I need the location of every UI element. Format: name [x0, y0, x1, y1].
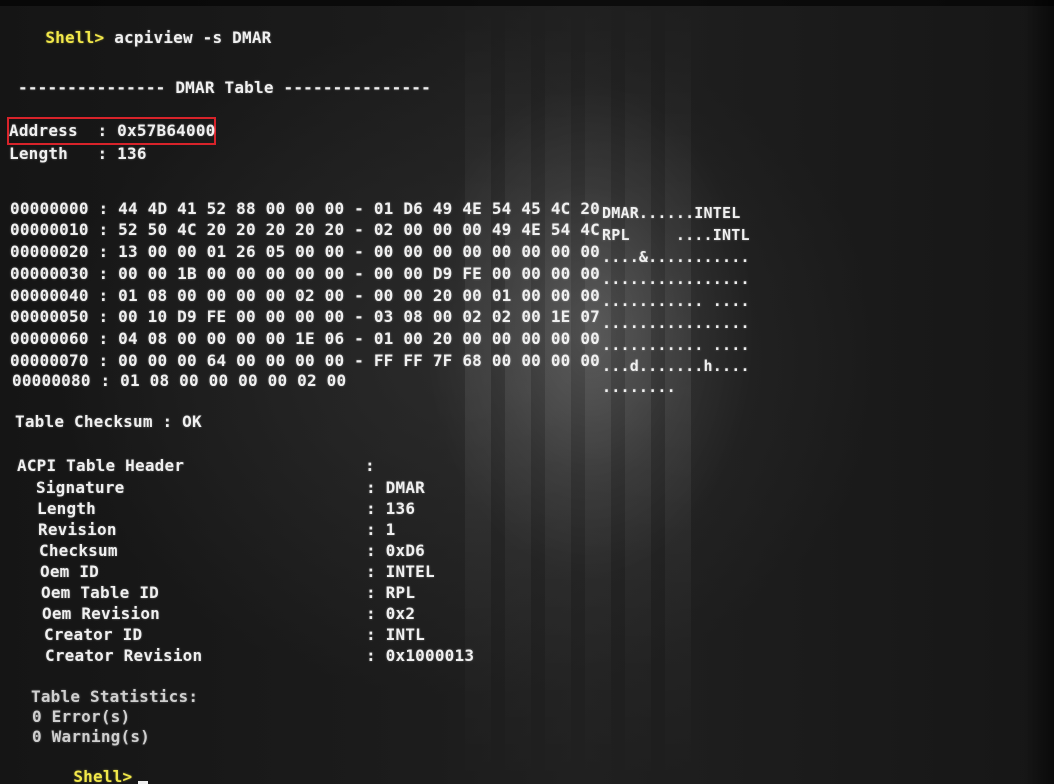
table-title: --------------- DMAR Table -------------… — [18, 78, 431, 97]
hex-row: 00000080 : 01 08 00 00 00 00 02 00 — [12, 371, 346, 391]
hex-bytes: 52 50 4C 20 20 20 20 20 - 02 00 00 00 49… — [118, 220, 600, 239]
error-count: 0 Error(s) — [32, 707, 131, 726]
command-text: acpiview -s DMAR — [114, 28, 272, 47]
header-field-value: : DMAR — [366, 478, 426, 497]
hex-ascii: ........ — [602, 378, 676, 396]
header-field-value: : INTL — [366, 625, 426, 644]
shell-prompt: Shell> — [45, 28, 105, 47]
header-field-value: : 0x2 — [366, 604, 416, 623]
hex-offset: 00000040 : — [10, 286, 109, 305]
header-field-label: Creator ID — [44, 625, 143, 644]
hex-ascii: ...d.......h.... — [602, 357, 750, 375]
header-field-label: Signature — [36, 478, 125, 497]
header-field-value: : 1 — [366, 520, 396, 539]
hex-row: 00000020 : 13 00 00 01 26 05 00 00 - 00 … — [10, 242, 600, 262]
hex-ascii: RPL ....INTL — [602, 226, 750, 244]
header-field-value: : 0x1000013 — [366, 646, 475, 665]
hex-row: 00000000 : 44 4D 41 52 88 00 00 00 - 01 … — [10, 199, 600, 219]
header-field-value: : 0xD6 — [366, 541, 426, 560]
hex-bytes: 44 4D 41 52 88 00 00 00 - 01 D6 49 4E 54… — [118, 199, 600, 218]
hex-ascii: ........... .... — [602, 292, 750, 310]
command-line[interactable]: Shell> acpiview -s DMAR — [6, 8, 272, 68]
hex-row: 00000070 : 00 00 00 64 00 00 00 00 - FF … — [10, 351, 600, 371]
glare-band — [505, 0, 531, 784]
monitor-bezel-right — [1024, 0, 1054, 784]
shell-prompt: Shell> — [73, 767, 133, 784]
hex-row: 00000030 : 00 00 1B 00 00 00 00 00 - 00 … — [10, 264, 600, 284]
hex-ascii: ................ — [602, 270, 750, 288]
header-field-label: Oem ID — [40, 562, 99, 581]
shell-input-line[interactable]: Shell> — [34, 747, 149, 784]
header-field-value: : INTEL — [366, 562, 435, 581]
hex-bytes: 01 08 00 00 00 00 02 00 — [120, 371, 347, 390]
header-field-label: Oem Revision — [42, 604, 160, 623]
header-field-value: : 136 — [366, 499, 416, 518]
uefi-shell-screen: Shell> acpiview -s DMAR --------------- … — [0, 0, 1054, 784]
hex-ascii: ................ — [602, 314, 750, 332]
hex-ascii: ........... .... — [602, 336, 750, 354]
hex-row: 00000060 : 04 08 00 00 00 00 1E 06 - 01 … — [10, 329, 600, 349]
glare-band — [465, 0, 491, 784]
hex-offset: 00000050 : — [10, 307, 109, 326]
header-field-label: Creator Revision — [45, 646, 203, 665]
hex-bytes: 00 10 D9 FE 00 00 00 00 - 03 08 00 02 02… — [118, 307, 600, 326]
hex-offset: 00000030 : — [10, 264, 109, 283]
hex-bytes: 13 00 00 01 26 05 00 00 - 00 00 00 00 00… — [118, 242, 600, 261]
hex-offset: 00000000 : — [10, 199, 109, 218]
header-field-label: Length — [37, 499, 96, 518]
acpi-header-title: ACPI Table Header — [17, 456, 185, 475]
hex-ascii: ....&........... — [602, 248, 750, 266]
header-field-label: Checksum — [39, 541, 118, 560]
hex-bytes: 00 00 00 64 00 00 00 00 - FF FF 7F 68 00… — [118, 351, 600, 370]
warning-count: 0 Warning(s) — [32, 727, 150, 746]
hex-offset: 00000070 : — [10, 351, 109, 370]
hex-ascii: DMAR......INTEL — [602, 204, 741, 222]
header-field-label: Oem Table ID — [41, 583, 159, 602]
hex-row: 00000040 : 01 08 00 00 00 00 02 00 - 00 … — [10, 286, 600, 306]
hex-bytes: 04 08 00 00 00 00 1E 06 - 01 00 20 00 00… — [118, 329, 600, 348]
hex-offset: 00000060 : — [10, 329, 109, 348]
address-line: Address : 0x57B64000 — [9, 121, 216, 140]
hex-bytes: 00 00 1B 00 00 00 00 00 - 00 00 D9 FE 00… — [118, 264, 600, 283]
hex-row: 00000010 : 52 50 4C 20 20 20 20 20 - 02 … — [10, 220, 600, 240]
hex-offset: 00000020 : — [10, 242, 109, 261]
acpi-header-colon: : — [365, 456, 375, 475]
length-line: Length : 136 — [9, 144, 147, 163]
hex-bytes: 01 08 00 00 00 00 02 00 - 00 00 20 00 01… — [118, 286, 600, 305]
table-statistics-title: Table Statistics: — [31, 687, 199, 706]
hex-row: 00000050 : 00 10 D9 FE 00 00 00 00 - 03 … — [10, 307, 600, 327]
table-checksum-line: Table Checksum : OK — [15, 412, 202, 431]
hex-offset: 00000010 : — [10, 220, 109, 239]
glare-band — [545, 0, 571, 784]
hex-offset: 00000080 : — [12, 371, 111, 390]
header-field-label: Revision — [38, 520, 117, 539]
header-field-value: : RPL — [366, 583, 416, 602]
